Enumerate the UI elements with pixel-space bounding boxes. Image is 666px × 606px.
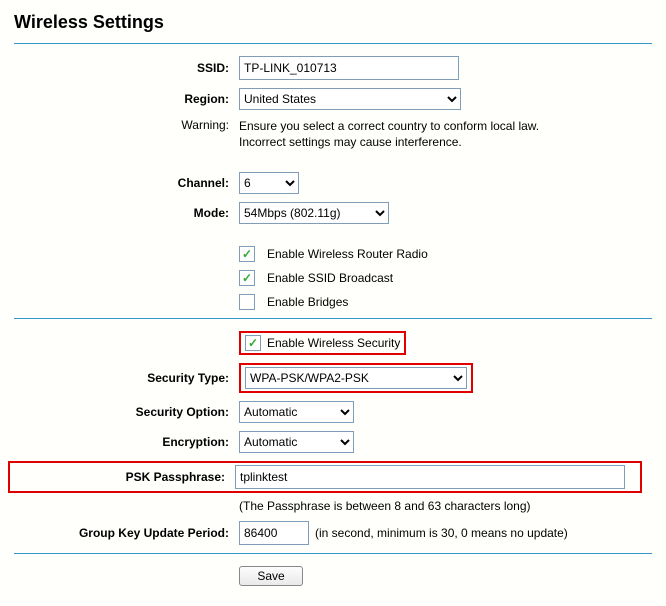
gkup-note: (in second, minimum is 30, 0 means no up… bbox=[315, 526, 568, 540]
row-security-type: Security Type: WPA-PSK/WPA2-PSK bbox=[14, 363, 652, 393]
enable-radio-checkbox[interactable]: ✓ bbox=[239, 246, 255, 262]
save-button[interactable]: Save bbox=[239, 566, 303, 586]
divider-top bbox=[14, 43, 652, 44]
enable-bridges-checkbox[interactable] bbox=[239, 294, 255, 310]
region-select[interactable]: United States bbox=[239, 88, 461, 110]
row-security-option: Security Option: Automatic bbox=[14, 401, 652, 423]
security-option-select[interactable]: Automatic bbox=[239, 401, 354, 423]
security-type-select[interactable]: WPA-PSK/WPA2-PSK bbox=[245, 367, 467, 389]
label-gkup: Group Key Update Period: bbox=[14, 526, 239, 540]
enable-bridges-label: Enable Bridges bbox=[267, 295, 348, 309]
row-warning: Warning: Ensure you select a correct cou… bbox=[14, 118, 652, 150]
row-region: Region: United States bbox=[14, 88, 652, 110]
row-mode: Mode: 54Mbps (802.11g) bbox=[14, 202, 652, 224]
label-security-type: Security Type: bbox=[14, 371, 239, 385]
row-enable-bridges: Enable Bridges bbox=[14, 294, 652, 310]
enable-ssid-checkbox[interactable]: ✓ bbox=[239, 270, 255, 286]
label-region: Region: bbox=[14, 92, 239, 106]
enable-radio-label: Enable Wireless Router Radio bbox=[267, 247, 428, 261]
row-encryption: Encryption: Automatic bbox=[14, 431, 652, 453]
psk-input[interactable] bbox=[235, 465, 625, 489]
gkup-input[interactable] bbox=[239, 521, 309, 545]
row-channel: Channel: 6 bbox=[14, 172, 652, 194]
enable-security-checkbox[interactable]: ✓ bbox=[245, 335, 261, 351]
psk-note: (The Passphrase is between 8 and 63 char… bbox=[239, 499, 531, 513]
row-gkup: Group Key Update Period: (in second, min… bbox=[14, 521, 652, 545]
label-encryption: Encryption: bbox=[14, 435, 239, 449]
label-ssid: SSID: bbox=[14, 61, 239, 75]
warning-text: Ensure you select a correct country to c… bbox=[239, 118, 539, 150]
highlight-enable-security: ✓ Enable Wireless Security bbox=[239, 331, 406, 355]
divider-bottom bbox=[14, 553, 652, 554]
encryption-select[interactable]: Automatic bbox=[239, 431, 354, 453]
row-psk-note: (The Passphrase is between 8 and 63 char… bbox=[14, 499, 652, 513]
highlight-security-type: WPA-PSK/WPA2-PSK bbox=[239, 363, 473, 393]
ssid-input[interactable] bbox=[239, 56, 459, 80]
row-enable-ssid: ✓ Enable SSID Broadcast bbox=[14, 270, 652, 286]
row-save: Save bbox=[14, 566, 652, 586]
label-warning: Warning: bbox=[14, 118, 239, 132]
row-enable-radio: ✓ Enable Wireless Router Radio bbox=[14, 246, 652, 262]
label-mode: Mode: bbox=[14, 206, 239, 220]
label-security-option: Security Option: bbox=[14, 405, 239, 419]
row-ssid: SSID: bbox=[14, 56, 652, 80]
channel-select[interactable]: 6 bbox=[239, 172, 299, 194]
mode-select[interactable]: 54Mbps (802.11g) bbox=[239, 202, 389, 224]
label-psk: PSK Passphrase: bbox=[14, 470, 235, 484]
row-enable-security: ✓ Enable Wireless Security bbox=[14, 331, 652, 355]
page-title: Wireless Settings bbox=[14, 12, 652, 33]
highlight-psk-row: PSK Passphrase: bbox=[8, 461, 642, 493]
divider-mid bbox=[14, 318, 652, 319]
enable-ssid-label: Enable SSID Broadcast bbox=[267, 271, 393, 285]
enable-security-label: Enable Wireless Security bbox=[267, 336, 400, 350]
label-channel: Channel: bbox=[14, 176, 239, 190]
